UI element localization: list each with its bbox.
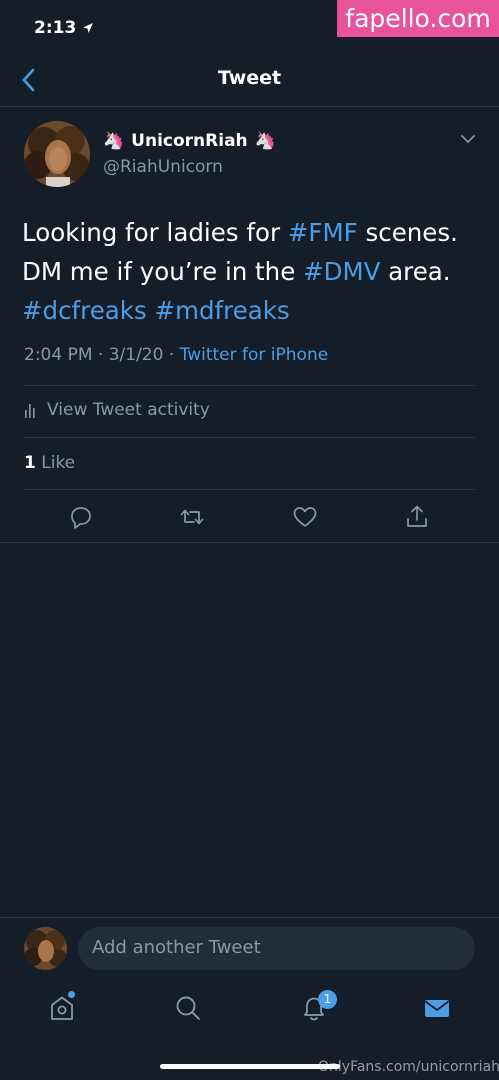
- chevron-down-icon[interactable]: [461, 134, 475, 144]
- tweet-text: Looking for ladies for #FMF scenes. DM m…: [22, 218, 458, 325]
- home-indicator[interactable]: [160, 1064, 340, 1069]
- tweet-timestamp: 2:04 PM · 3/1/20 ·: [24, 345, 180, 365]
- user-handle: @RiahUnicorn: [103, 157, 223, 177]
- tweet-bottom-divider: [0, 542, 499, 543]
- share-icon[interactable]: [404, 504, 430, 530]
- notification-badge: 1: [318, 990, 337, 1009]
- reply-icon[interactable]: [68, 504, 94, 530]
- unicorn-emoji-left: 🦄: [103, 131, 125, 151]
- hashtag-link[interactable]: #FMF: [288, 218, 358, 247]
- hashtag-link[interactable]: #DMV: [303, 257, 380, 286]
- page-title: Tweet: [217, 67, 282, 89]
- hashtag-link[interactable]: #mdfreaks: [155, 296, 290, 325]
- divider: [24, 489, 475, 490]
- messages-icon[interactable]: [422, 993, 452, 1023]
- search-icon[interactable]: [173, 993, 203, 1023]
- divider: [24, 385, 475, 386]
- unicorn-emoji-right: 🦄: [254, 131, 276, 151]
- compose-avatar: [24, 927, 67, 970]
- tweet-meta: 2:04 PM · 3/1/20 · Twitter for iPhone: [24, 345, 328, 365]
- activity-bars-icon: [25, 404, 35, 418]
- display-name[interactable]: 🦄 UnicornRiah 🦄: [103, 131, 276, 151]
- home-new-content-dot: [68, 991, 75, 998]
- location-arrow-icon: [83, 23, 94, 33]
- retweet-icon[interactable]: [179, 504, 205, 530]
- status-bar-time: 2:13: [34, 18, 94, 38]
- avatar[interactable]: [24, 121, 90, 187]
- header-divider: [0, 106, 499, 107]
- likes-count[interactable]: 1 Like: [24, 453, 75, 473]
- watermark-bottom: OnlyFans.com/unicornriah: [318, 1059, 499, 1075]
- avatar-image: [24, 927, 67, 970]
- tweet-source-link[interactable]: Twitter for iPhone: [180, 345, 329, 365]
- hashtag-link[interactable]: #dcfreaks: [22, 296, 147, 325]
- compose-divider: [0, 917, 499, 918]
- watermark-top: fapello.com: [337, 0, 499, 37]
- add-tweet-placeholder: Add another Tweet: [92, 937, 261, 958]
- divider: [24, 437, 475, 438]
- view-tweet-activity-button[interactable]: View Tweet activity: [24, 400, 210, 420]
- avatar-image: [24, 121, 90, 187]
- like-icon[interactable]: [292, 504, 318, 530]
